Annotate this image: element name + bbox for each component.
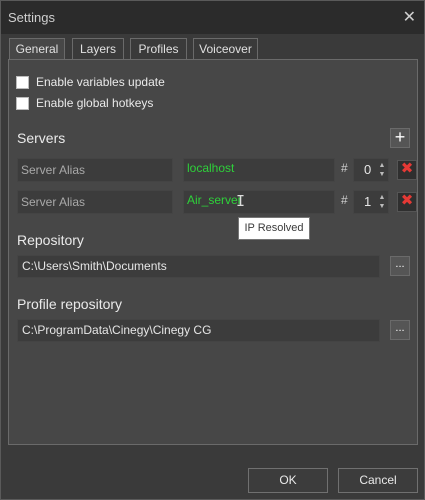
repository-title: Repository [17,232,84,248]
tab-voiceover[interactable]: Voiceover [193,38,258,60]
ip-resolved-tooltip: IP Resolved [238,217,310,240]
stepper-arrows[interactable]: ▲ ▼ [378,161,386,179]
ok-button[interactable]: OK [248,468,328,493]
add-server-button[interactable]: + [390,128,410,148]
text-cursor-icon: I [236,192,246,210]
settings-window: Settings ✕ General Layers Profiles Voice… [0,0,425,500]
tab-layers[interactable]: Layers [72,38,124,60]
delete-server-button[interactable]: ✖ [397,192,417,212]
window-title: Settings [8,10,55,25]
stepper-arrows[interactable]: ▲ ▼ [378,193,386,211]
tab-general[interactable]: General [9,38,65,60]
server-index-stepper[interactable]: 0 ▲ ▼ [353,158,389,182]
server-host-input[interactable]: localhost [183,158,335,182]
server-alias-input[interactable]: Server Alias [17,158,173,182]
hash-label: # [341,161,348,175]
close-icon[interactable]: ✕ [403,7,416,27]
enable-variables-update-checkbox[interactable] [16,75,29,89]
chevron-down-icon[interactable]: ▼ [378,202,386,211]
servers-title: Servers [17,130,66,146]
chevron-down-icon[interactable]: ▼ [378,170,386,179]
server-row: Server Alias Air_server # 1 ▲ ▼ ✖ [17,190,417,214]
server-index-stepper[interactable]: 1 ▲ ▼ [353,190,389,214]
server-alias-input[interactable]: Server Alias [17,190,173,214]
server-host-input[interactable]: Air_server [183,190,335,214]
server-index-value: 0 [364,162,372,177]
delete-server-button[interactable]: ✖ [397,160,417,180]
cancel-button[interactable]: Cancel [338,468,418,493]
general-panel: Enable variables update Enable global ho… [8,59,418,445]
profile-repository-browse-button[interactable]: ... [390,320,410,340]
title-bar[interactable]: Settings ✕ [1,1,424,34]
checkbox-label: Enable global hotkeys [36,96,154,110]
enable-global-hotkeys-row[interactable]: Enable global hotkeys [16,95,153,111]
enable-variables-update-row[interactable]: Enable variables update [16,74,165,90]
checkbox-label: Enable variables update [36,75,165,89]
server-row: Server Alias localhost # 0 ▲ ▼ ✖ [17,158,417,182]
repository-path-input[interactable]: C:\Users\Smith\Documents [17,255,380,278]
hash-label: # [341,193,348,207]
enable-global-hotkeys-checkbox[interactable] [16,96,29,110]
chevron-up-icon[interactable]: ▲ [378,161,386,170]
profile-repository-title: Profile repository [17,296,123,312]
profile-repository-path-input[interactable]: C:\ProgramData\Cinegy\Cinegy CG [17,319,380,342]
server-index-value: 1 [364,194,372,209]
chevron-up-icon[interactable]: ▲ [378,193,386,202]
repository-browse-button[interactable]: ... [390,256,410,276]
tab-profiles[interactable]: Profiles [130,38,187,60]
